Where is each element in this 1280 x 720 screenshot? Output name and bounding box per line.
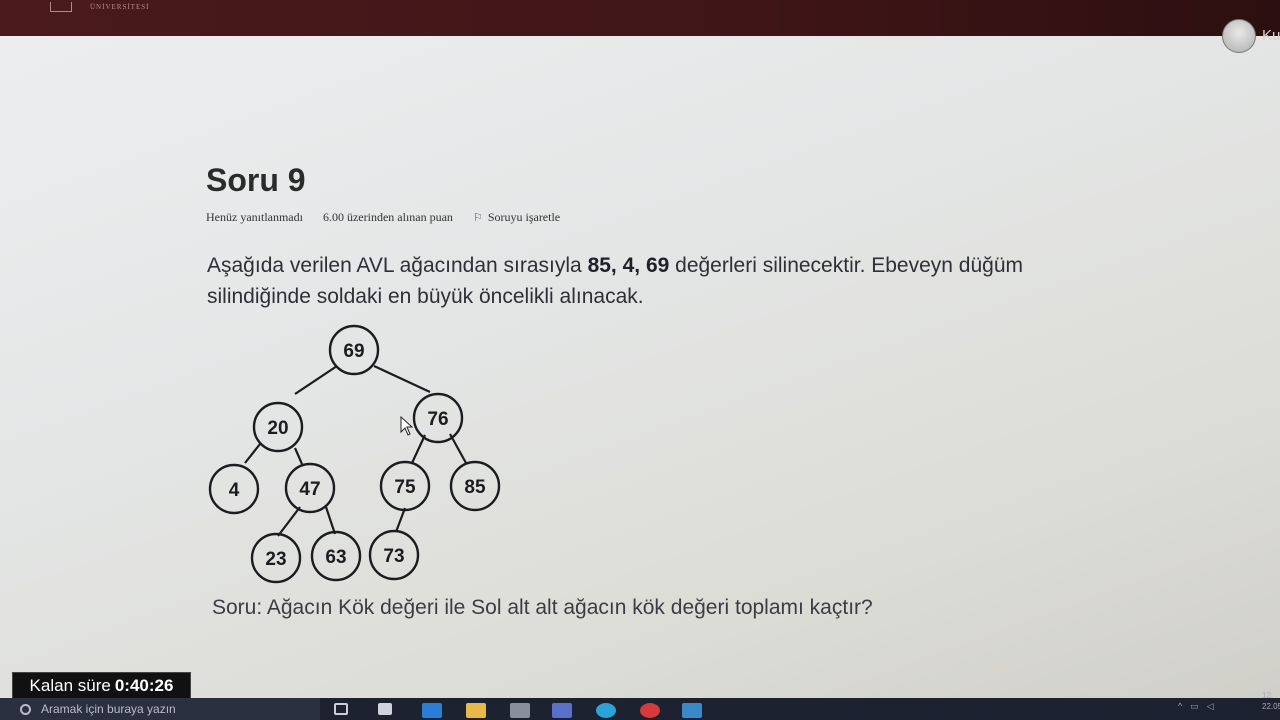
tree-edge <box>394 507 407 533</box>
mouse-cursor-icon <box>400 416 414 436</box>
network-icon[interactable]: ▭ <box>1190 701 1199 712</box>
tree-node-label: 23 <box>265 549 286 570</box>
opera-browser-icon[interactable] <box>640 703 660 718</box>
question-text-values: 85, 4, 69 <box>587 254 670 277</box>
tree-edge <box>244 443 261 464</box>
clock-date: 22.05 <box>1262 702 1280 711</box>
tree-node-label: 76 <box>427 409 448 430</box>
tree-node-label: 20 <box>267 418 288 439</box>
tree-edge <box>277 506 301 537</box>
brand-text: ÜNİVERSİTESİ <box>90 3 150 11</box>
tree-node-label: 47 <box>299 479 320 500</box>
tree-edge <box>324 506 337 535</box>
tree-node-label: 73 <box>383 546 404 567</box>
taskbar-search-box[interactable]: Aramak için buraya yazın <box>0 698 320 720</box>
tree-node-label: 69 <box>343 341 364 362</box>
task-view-icon[interactable] <box>334 703 348 715</box>
edge-browser-icon[interactable] <box>596 703 616 718</box>
question-status: Henüz yanıtlanmadı <box>206 210 303 224</box>
system-tray[interactable]: ^ ▭ ◁ <box>1178 701 1214 712</box>
tree-node-label: 75 <box>394 477 416 498</box>
timer-value: 0:40:26 <box>114 676 174 695</box>
tree-edge <box>373 365 431 393</box>
taskbar-clock[interactable]: 12: 22.05 <box>1262 690 1280 712</box>
windows-taskbar: Aramak için buraya yazın ^ ▭ ◁ <box>0 698 1280 720</box>
task-view-alt-icon[interactable] <box>378 703 392 715</box>
volume-icon[interactable]: ◁ <box>1207 701 1214 712</box>
avl-tree-diagram: 69 20 76 4 47 75 85 23 63 73 <box>208 324 501 584</box>
question-text: Aşağıda verilen AVL ağacından sırasıyla … <box>207 250 1127 312</box>
question-points: 6.00 üzerinden alınan puan <box>322 210 453 224</box>
tree-node-label: 85 <box>464 477 486 498</box>
user-avatar[interactable] <box>1222 19 1256 53</box>
university-brand[interactable]: ÜNİVERSİTESİ <box>50 0 149 14</box>
tree-edge <box>293 447 304 465</box>
timer-label: Kalan süre <box>29 676 111 695</box>
question-info: Henüz yanıtlanmadı 6.00 üzerinden alınan… <box>206 210 560 225</box>
flag-question-link[interactable]: ⚐ Soruyu işaretle <box>473 210 560 225</box>
tree-node-label: 4 <box>229 480 240 501</box>
tree-node-label: 63 <box>325 547 346 568</box>
tree-edge <box>294 365 338 395</box>
briefcase-app-icon[interactable] <box>510 703 530 718</box>
store-app-icon[interactable] <box>422 703 442 718</box>
question-title: Soru 9 <box>206 162 306 198</box>
flag-icon: ⚐ <box>472 212 483 224</box>
taskbar-search-placeholder: Aramak için buraya yazın <box>41 702 176 716</box>
file-explorer-icon[interactable] <box>466 703 486 718</box>
remaining-time-indicator: Kalan süre 0:40:26 <box>12 672 191 700</box>
top-bar: ÜNİVERSİTESİ <box>0 0 1280 36</box>
question-text-before: Aşağıda verilen AVL ağacından sırasıyla <box>207 254 588 277</box>
photos-app-icon[interactable] <box>682 703 702 718</box>
tray-chevron-icon[interactable]: ^ <box>1178 701 1182 712</box>
teams-app-icon[interactable] <box>552 703 572 718</box>
university-logo-icon <box>50 2 72 12</box>
search-icon <box>20 703 31 715</box>
question-prompt: Soru: Ağacın Kök değeri ile Sol alt alt … <box>212 596 873 619</box>
clock-time: 12: <box>1262 691 1274 700</box>
user-name[interactable]: Ku <box>1262 27 1280 44</box>
flag-question-label: Soruyu işaretle <box>487 210 561 224</box>
tree-edge <box>411 434 426 464</box>
